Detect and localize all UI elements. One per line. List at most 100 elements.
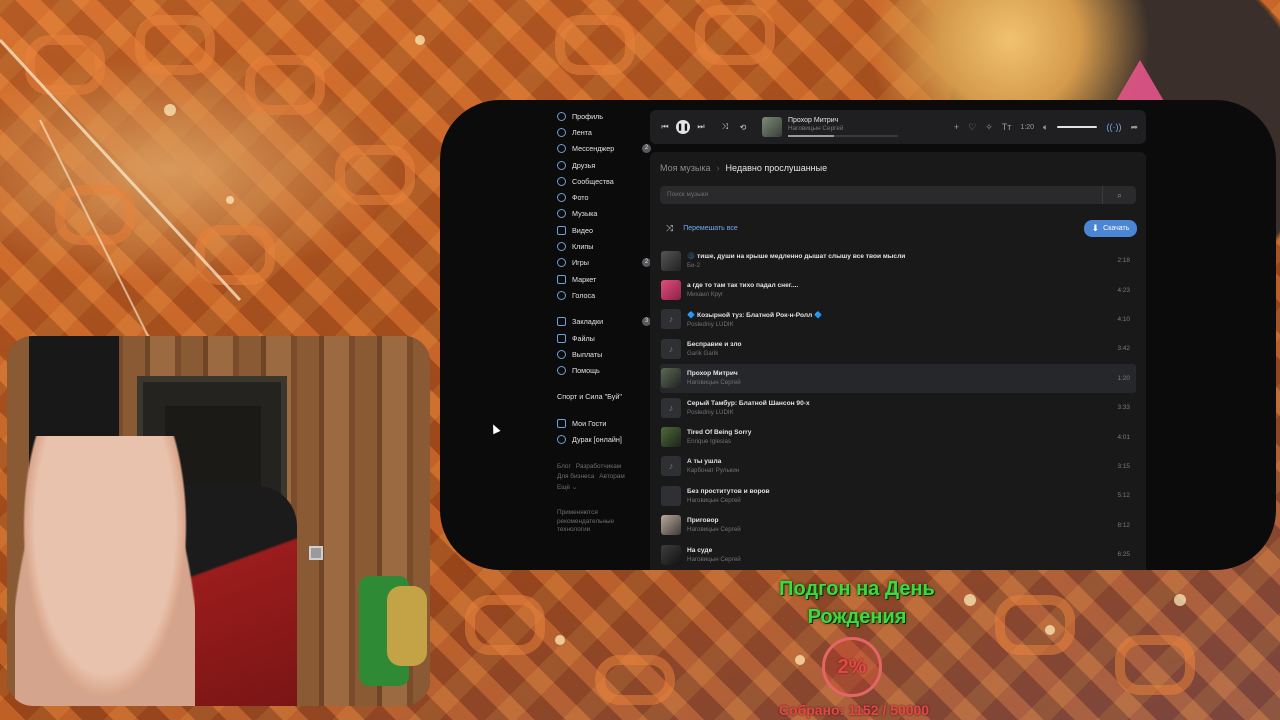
footer-link[interactable]: Ещё ⌄ — [557, 484, 577, 491]
track-title[interactable]: а где то там так тихо падал снег.... — [687, 282, 798, 289]
music-note-icon[interactable]: ♪ — [661, 456, 681, 477]
volume-slider[interactable] — [1057, 126, 1098, 128]
sidebar-item-video[interactable]: Видео — [557, 222, 653, 238]
share-icon[interactable]: ➦ — [1130, 122, 1138, 133]
footer-link[interactable]: Блог — [557, 463, 571, 470]
track-cover[interactable] — [661, 515, 681, 536]
track-artist[interactable]: Наговицын Сергей — [687, 556, 741, 563]
track-info: Tired Of Being Sorry Enrique Iglesias — [687, 429, 751, 445]
track-row[interactable]: ♪ Бесправие и зло Garik Garik 3:42 — [660, 334, 1136, 363]
current-track-artist[interactable]: Наговицын Сергей — [788, 125, 928, 132]
sidebar-footer-links: Блог Разработчикам Для бизнеса Авторам Ещё ⌄ — [557, 462, 653, 494]
track-artist[interactable]: Михаил Круг — [687, 291, 798, 298]
shuffle-all-button[interactable]: ⤨ Перемешать все — [666, 223, 738, 234]
track-title[interactable]: Приговор — [687, 517, 741, 524]
track-title[interactable]: На суде — [687, 547, 741, 554]
track-row[interactable]: 🌑 тише, души на крыше медленно дышат слы… — [660, 246, 1136, 275]
similar-icon[interactable]: ✧ — [985, 122, 993, 133]
next-icon[interactable]: ⏭ — [694, 120, 708, 134]
track-cover[interactable] — [661, 280, 681, 301]
track-title[interactable]: Без проститутов и воров — [687, 488, 770, 495]
sidebar-item-messenger[interactable]: Мессенджер 2 — [557, 141, 653, 157]
lyrics-icon[interactable]: Тт — [1002, 122, 1012, 132]
track-title[interactable]: Tired Of Being Sorry — [687, 429, 751, 436]
prev-icon[interactable]: ⏮ — [658, 120, 672, 134]
gamepad-icon — [557, 434, 566, 444]
download-button[interactable]: ⬇ Скачать — [1084, 220, 1137, 237]
track-progress-bar[interactable] — [788, 135, 898, 137]
sidebar-item-gamepad[interactable]: Дурак [онлайн] — [557, 431, 653, 447]
track-artist[interactable]: Наговицын Сергей — [687, 526, 741, 533]
track-row[interactable]: ♪ Серый Тамбур: Блатной Шансон 90-х Posled… — [660, 393, 1136, 422]
sidebar-item-payouts[interactable]: Выплаты — [557, 346, 653, 362]
sidebar-item-profile[interactable]: Профиль — [557, 108, 653, 124]
track-artist[interactable]: Наговицын Сергей — [687, 497, 770, 504]
track-row[interactable]: Прохор Митрич Наговицын Сергей 1:20 — [660, 363, 1136, 393]
sidebar-item-help[interactable]: Помощь — [557, 362, 653, 378]
track-artist[interactable]: Наговицын Сергей — [687, 379, 741, 386]
volume-icon[interactable]: 🔈︎ — [1043, 122, 1048, 133]
track-row[interactable]: а где то там так тихо падал снег.... Миха… — [660, 275, 1136, 304]
music-note-icon[interactable]: ♪ — [661, 397, 681, 418]
hanging-cloth — [387, 586, 427, 666]
search-placeholder: Поиск музыки — [667, 191, 709, 198]
track-duration: 4:23 — [1117, 286, 1130, 294]
recommendation-note[interactable]: Применяются рекомендательные технологии — [557, 509, 627, 535]
track-title[interactable]: Прохор Митрич — [687, 370, 741, 377]
track-duration: 1:20 — [1117, 374, 1130, 382]
track-title[interactable]: Серый Тамбур: Блатной Шансон 90-х — [687, 400, 810, 407]
track-title[interactable]: Бесправие и зло — [687, 341, 741, 348]
track-artist[interactable]: Би-2 — [687, 262, 905, 269]
track-row[interactable]: Без проститутов и воров Наговицын Сергей 5… — [660, 481, 1136, 510]
track-artist[interactable]: Garik Garik — [687, 350, 741, 357]
track-title[interactable]: А ты ушла — [687, 458, 739, 465]
sidebar-item-label: Видео — [572, 225, 593, 235]
sidebar-item-bookmark[interactable]: Закладки 3 — [557, 314, 653, 330]
sidebar-item-feed[interactable]: Лента — [557, 124, 653, 140]
music-search-input[interactable]: Поиск музыки ⌕ — [660, 186, 1136, 204]
footer-link[interactable]: Разработчикам — [576, 463, 621, 470]
broadcast-icon[interactable]: ((·)) — [1106, 122, 1121, 132]
track-artist[interactable]: Posledniy LUDIK — [687, 409, 810, 416]
sidebar-item-market[interactable]: Маркет — [557, 271, 653, 287]
track-artist[interactable]: Карбонат Рулькин — [687, 467, 739, 474]
footer-link[interactable]: Для бизнеса — [557, 473, 594, 480]
sidebar-item-friends[interactable]: Друзья — [557, 157, 653, 173]
footer-link[interactable]: Авторам — [599, 473, 624, 480]
sidebar-item-music[interactable]: Музыка — [557, 206, 653, 222]
track-cover[interactable] — [661, 485, 681, 506]
track-row[interactable]: Приговор Наговицын Сергей 8:12 — [660, 511, 1136, 540]
track-artist[interactable]: Enrique Iglesias — [687, 438, 751, 445]
sidebar-item-clips[interactable]: Клипы — [557, 238, 653, 254]
music-note-icon[interactable]: ♪ — [661, 338, 681, 359]
add-icon[interactable]: + — [954, 122, 959, 132]
dislike-icon[interactable]: ♡ — [968, 122, 976, 133]
track-cover[interactable] — [661, 250, 681, 271]
donation-percent: 2% — [837, 655, 867, 678]
sidebar-item-photo[interactable]: Фото — [557, 189, 653, 205]
repeat-icon[interactable]: ⟲ — [736, 120, 750, 134]
sidebar-item-votes[interactable]: Голоса — [557, 287, 653, 303]
pause-icon[interactable]: ❚❚ — [676, 120, 690, 134]
track-title[interactable]: 🔷 Козырной туз: Блатной Рок-н-Ролл 🔷 — [687, 311, 822, 319]
shuffle-icon[interactable]: ⤨ — [718, 120, 732, 134]
sidebar-item-group[interactable]: Спорт и Сила "Буй" — [557, 389, 653, 405]
sidebar-item-communities[interactable]: Сообщества — [557, 173, 653, 189]
search-icon[interactable]: ⌕ — [1102, 186, 1136, 204]
track-artist[interactable]: Posledniy LUDIK — [687, 321, 822, 328]
track-cover[interactable] — [661, 427, 681, 448]
track-cover[interactable] — [661, 368, 681, 389]
track-title[interactable]: 🌑 тише, души на крыше медленно дышат слы… — [687, 252, 905, 260]
track-row[interactable]: ♪ А ты ушла Карбонат Рулькин 3:15 — [660, 452, 1136, 481]
track-row[interactable]: Tired Of Being Sorry Enrique Iglesias 4:01 — [660, 422, 1136, 451]
sidebar-item-files[interactable]: Файлы — [557, 330, 653, 346]
track-row[interactable]: ♪ 🔷 Козырной туз: Блатной Рок-н-Ролл 🔷 Pos… — [660, 305, 1136, 334]
track-row[interactable]: На суде Наговицын Сергей 6:25 — [660, 540, 1136, 569]
sidebar-item-guests[interactable]: Мои Гости — [557, 415, 653, 431]
sidebar-item-games[interactable]: Игры 2 — [557, 255, 653, 271]
track-cover[interactable] — [661, 544, 681, 565]
music-note-icon[interactable]: ♪ — [661, 309, 681, 330]
current-track-title[interactable]: Прохор Митрич — [788, 117, 928, 124]
counter-badge: 2 — [642, 144, 651, 154]
breadcrumb-my-music[interactable]: Моя музыка — [660, 163, 711, 173]
